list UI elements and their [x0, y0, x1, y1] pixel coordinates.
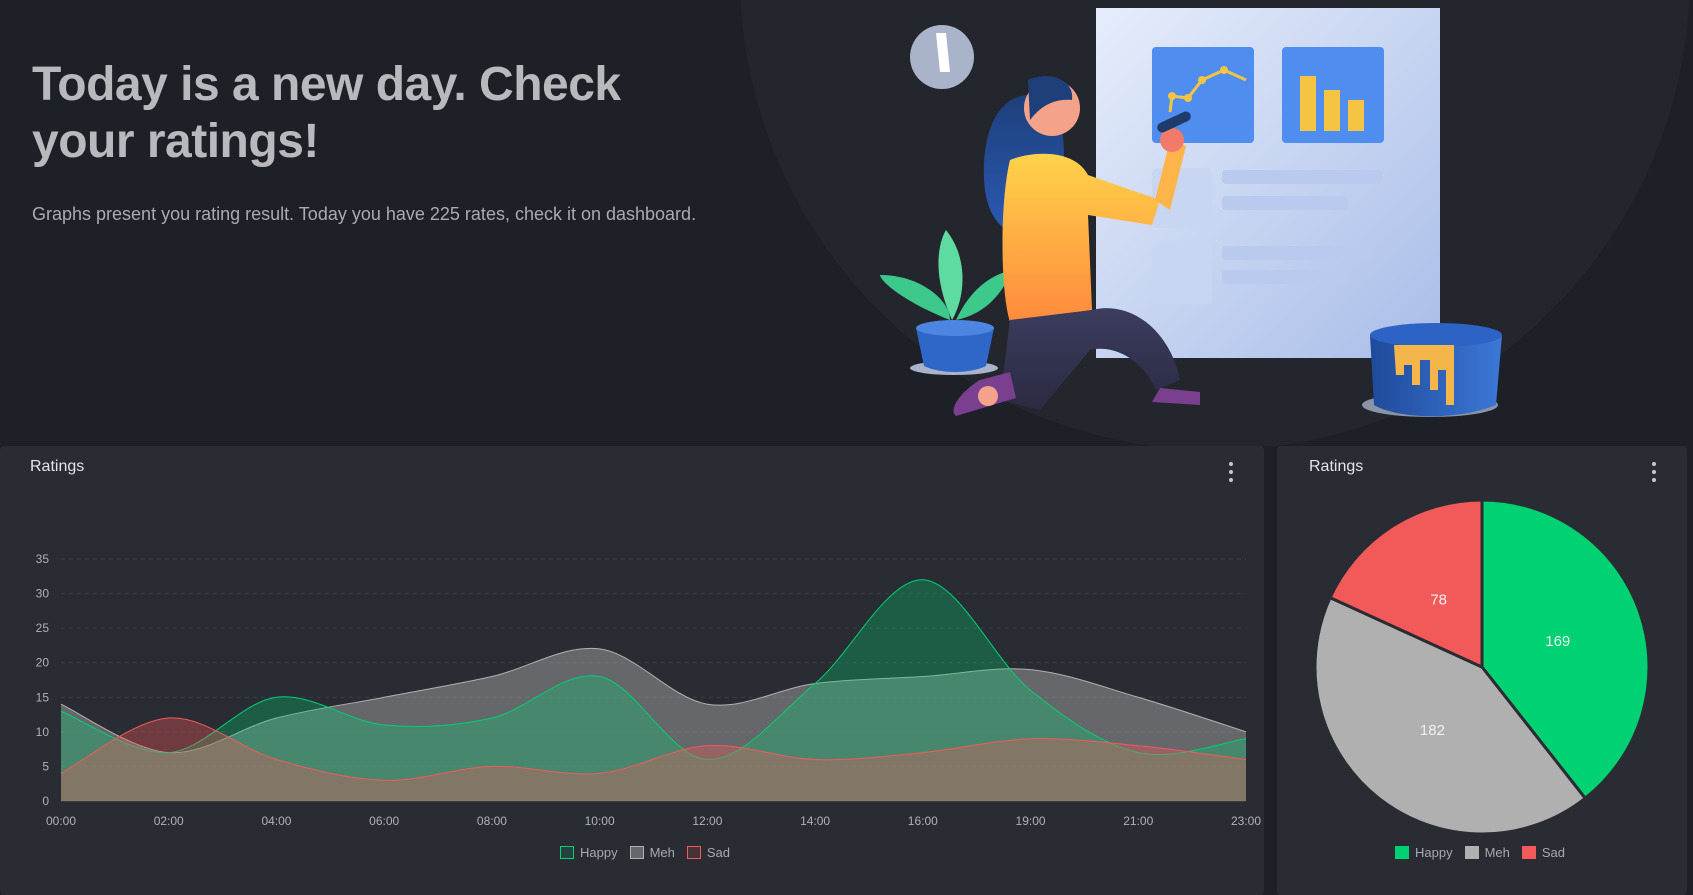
x-tick-label: 08:00 — [477, 814, 507, 828]
legend-swatch — [1395, 846, 1409, 859]
hero-description: Graphs present you rating result. Today … — [32, 204, 697, 224]
legend-label: Meh — [649, 845, 675, 860]
hero-banner: Today is a new day. Check your ratings! … — [0, 0, 1693, 446]
x-tick-label: 19:00 — [1016, 814, 1046, 828]
legend-swatch — [1464, 846, 1479, 859]
x-tick-label: 12:00 — [692, 814, 722, 828]
legend-label: Sad — [1541, 845, 1566, 860]
x-tick-label: 23:00 — [1231, 814, 1261, 828]
legend-item-sad[interactable]: Sad — [1521, 845, 1566, 860]
pie-chart-legend: Happy Meh Sad — [1395, 845, 1565, 860]
legend-label: Sad — [706, 845, 731, 860]
x-tick-label: 06:00 — [369, 814, 399, 828]
x-tick-label: 04:00 — [261, 814, 291, 828]
legend-swatch — [686, 846, 701, 859]
pie-slice-label: 78 — [1430, 592, 1447, 609]
area-chart-legend: Happy Meh Sad — [560, 845, 730, 860]
y-tick-label: 25 — [36, 621, 50, 635]
y-tick-label: 20 — [36, 656, 50, 670]
legend-item-happy[interactable]: Happy — [560, 845, 618, 860]
pie-slice-label: 169 — [1545, 633, 1570, 650]
ratings-pie-card: Ratings 169 182 78 Happy Meh Sad — [1277, 446, 1687, 895]
y-tick-label: 15 — [36, 690, 50, 704]
legend-swatch — [1521, 846, 1536, 859]
y-tick-label: 0 — [42, 794, 49, 808]
ratings-area-chart: 0 5 10 15 20 25 30 35 00:00 02:00 04:00 06:00 08:00 1… — [36, 552, 1262, 828]
x-tick-label: 00:00 — [46, 814, 76, 828]
y-tick-label: 5 — [42, 759, 49, 773]
legend-item-meh[interactable]: Meh — [1464, 845, 1510, 860]
legend-item-happy[interactable]: Happy — [1395, 845, 1453, 860]
ratings-pie-chart: 169 182 78 — [1313, 498, 1651, 836]
legend-item-meh[interactable]: Meh — [629, 845, 675, 860]
y-tick-label: 35 — [36, 552, 50, 566]
y-tick-label: 10 — [36, 725, 50, 739]
pie-slice-label: 182 — [1420, 722, 1445, 739]
legend-label: Meh — [1484, 845, 1510, 860]
ratings-line-card: Ratings 0 5 10 15 20 25 30 35 00:00 02:00 04:00 06:… — [0, 446, 1264, 895]
x-tick-label: 21:00 — [1123, 814, 1153, 828]
x-tick-label: 16:00 — [908, 814, 938, 828]
x-tick-label: 10:00 — [585, 814, 615, 828]
legend-swatch — [560, 846, 574, 859]
dashboard-illustration — [880, 8, 1502, 417]
hero-title: Today is a new day. Check your ratings! — [32, 58, 621, 168]
legend-item-sad[interactable]: Sad — [686, 845, 731, 860]
x-tick-label: 14:00 — [800, 814, 830, 828]
legend-label: Happy — [1415, 845, 1453, 860]
x-tick-label: 02:00 — [154, 814, 184, 828]
legend-swatch — [629, 846, 644, 859]
y-tick-label: 30 — [36, 587, 50, 601]
legend-label: Happy — [580, 845, 618, 860]
